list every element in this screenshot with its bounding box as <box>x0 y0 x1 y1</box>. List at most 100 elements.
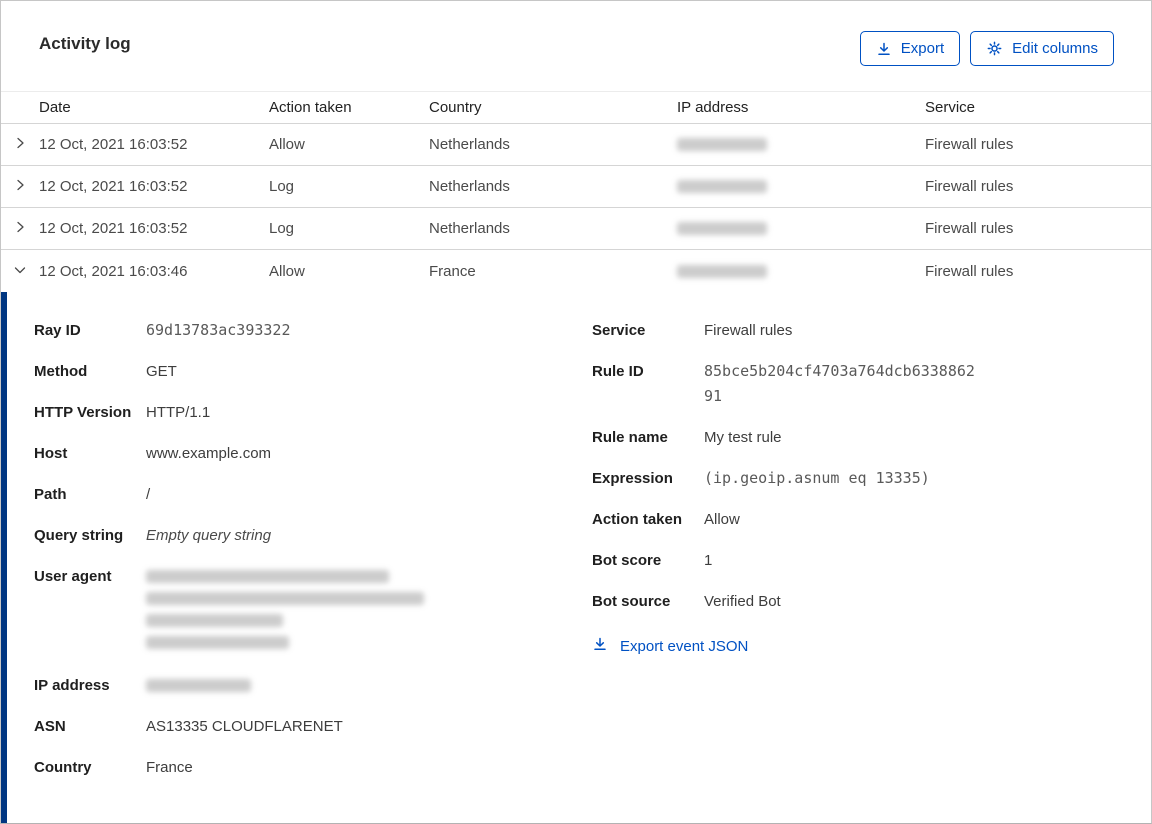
detail-field-query-string: Query string Empty query string <box>34 523 504 548</box>
detail-field-http-version: HTTP Version HTTP/1.1 <box>34 400 504 425</box>
field-label: Rule name <box>592 429 668 446</box>
field-label: Bot source <box>592 593 671 610</box>
field-value: AS13335 CLOUDFLARENET <box>146 718 343 735</box>
cell-action-taken: Allow <box>269 136 305 153</box>
cell-action-taken: Allow <box>269 262 305 280</box>
field-label: HTTP Version <box>34 404 132 421</box>
table-row[interactable]: 12 Oct, 2021 16:03:52 Allow Netherlands … <box>1 124 1151 166</box>
field-value: / <box>146 486 151 503</box>
expand-row-button[interactable] <box>1 124 39 165</box>
field-value: HTTP/1.1 <box>146 404 211 421</box>
activity-log-panel: Activity log Export Edit columns Date Ac… <box>0 0 1152 824</box>
cell-country: France <box>429 262 476 280</box>
cell-ip-address-redacted <box>677 138 925 151</box>
redacted-value <box>146 673 251 698</box>
detail-field-ray-id: Ray ID 69d13783ac393322 <box>34 318 504 343</box>
column-header-action-taken: Action taken <box>269 99 352 116</box>
cell-date: 12 Oct, 2021 16:03:52 <box>39 178 188 195</box>
column-header-ip-address: IP address <box>677 99 749 116</box>
cell-action-taken: Log <box>269 220 295 237</box>
chevron-right-icon <box>12 135 28 154</box>
export-event-json-link[interactable]: Export event JSON <box>592 636 748 656</box>
cell-ip-address-redacted <box>677 180 925 193</box>
field-value: Allow <box>704 511 740 528</box>
field-label: Action taken <box>592 511 683 528</box>
field-label: Rule ID <box>592 363 644 380</box>
field-label: Host <box>34 445 68 462</box>
detail-field-method: Method GET <box>34 359 504 384</box>
event-detail-panel: Ray ID 69d13783ac393322 Method GET HTTP … <box>1 292 1151 823</box>
page-title: Activity log <box>39 34 131 53</box>
field-label: Expression <box>592 470 673 487</box>
cell-ip-address-redacted <box>677 222 925 235</box>
cell-action-taken: Log <box>269 178 295 195</box>
export-event-json-label: Export event JSON <box>620 637 749 655</box>
detail-field-bot-score: Bot score 1 <box>592 548 1122 573</box>
field-value: 69d13783ac393322 <box>146 321 291 339</box>
cell-ip-address-redacted <box>677 264 925 278</box>
cell-country: Netherlands <box>429 178 510 195</box>
detail-field-host: Host www.example.com <box>34 441 504 466</box>
download-icon <box>876 41 892 57</box>
detail-field-user-agent: User agent <box>34 564 504 649</box>
field-value: Empty query string <box>146 527 272 544</box>
column-header-country: Country <box>429 99 482 116</box>
detail-field-expression: Expression (ip.geoip.asnum eq 13335) <box>592 466 1122 491</box>
cell-service: Firewall rules <box>925 136 1014 153</box>
field-value: Verified Bot <box>704 593 781 610</box>
table-row[interactable]: 12 Oct, 2021 16:03:52 Log Netherlands Fi… <box>1 208 1151 250</box>
cell-date: 12 Oct, 2021 16:03:52 <box>39 136 188 153</box>
expand-row-button[interactable] <box>1 208 39 249</box>
chevron-right-icon <box>12 177 28 196</box>
field-value: GET <box>146 363 177 380</box>
expand-row-button[interactable] <box>1 166 39 207</box>
cell-date: 12 Oct, 2021 16:03:46 <box>39 262 188 280</box>
column-header-service: Service <box>925 99 976 116</box>
detail-field-asn: ASN AS13335 CLOUDFLARENET <box>34 714 504 739</box>
chevron-down-icon <box>12 262 28 281</box>
detail-field-action-taken: Action taken Allow <box>592 507 1122 532</box>
field-label: Country <box>34 759 92 776</box>
table-row[interactable]: 12 Oct, 2021 16:03:52 Log Netherlands Fi… <box>1 166 1151 208</box>
field-label: Query string <box>34 527 124 544</box>
field-value: (ip.geoip.asnum eq 13335) <box>704 469 930 487</box>
column-header-date: Date <box>39 99 71 116</box>
detail-field-path: Path / <box>34 482 504 507</box>
detail-column-left: Ray ID 69d13783ac393322 Method GET HTTP … <box>34 318 504 780</box>
edit-columns-button[interactable]: Edit columns <box>970 31 1114 66</box>
cell-country: Netherlands <box>429 220 510 237</box>
cell-service: Firewall rules <box>925 220 1014 237</box>
cell-service: Firewall rules <box>925 178 1014 195</box>
field-value: 1 <box>704 552 713 569</box>
field-value: 85bce5b204cf4703a764dcb633886291 <box>704 362 975 405</box>
redacted-value <box>146 564 424 649</box>
field-label: Bot score <box>592 552 662 569</box>
field-value: Firewall rules <box>704 322 793 339</box>
field-label: ASN <box>34 718 66 735</box>
field-value: My test rule <box>704 429 782 446</box>
table-row-expanded[interactable]: 12 Oct, 2021 16:03:46 Allow France Firew… <box>1 250 1151 292</box>
field-label: Path <box>34 486 67 503</box>
detail-field-service: Service Firewall rules <box>592 318 1122 343</box>
export-button[interactable]: Export <box>859 31 961 66</box>
export-button-label: Export <box>900 40 945 57</box>
edit-columns-button-label: Edit columns <box>1012 40 1098 57</box>
field-label: Method <box>34 363 88 380</box>
detail-field-country: Country France <box>34 755 504 780</box>
detail-field-rule-id: Rule ID 85bce5b204cf4703a764dcb633886291 <box>592 359 1122 409</box>
detail-column-right: Service Firewall rules Rule ID 85bce5b20… <box>592 318 1122 657</box>
field-value: France <box>146 759 193 776</box>
field-label: Service <box>592 322 646 339</box>
cell-country: Netherlands <box>429 136 510 153</box>
field-label: Ray ID <box>34 322 81 339</box>
cell-service: Firewall rules <box>925 262 1014 280</box>
field-label: IP address <box>34 677 110 694</box>
detail-field-rule-name: Rule name My test rule <box>592 425 1122 450</box>
panel-header: Activity log Export Edit columns <box>1 1 1151 91</box>
table-header-row: Date Action taken Country IP address Ser… <box>1 91 1151 124</box>
gear-icon <box>986 40 1003 57</box>
field-label: User agent <box>34 568 112 585</box>
detail-field-bot-source: Bot source Verified Bot <box>592 589 1122 614</box>
collapse-row-button[interactable] <box>1 250 39 292</box>
detail-field-ip-address: IP address <box>34 673 504 698</box>
